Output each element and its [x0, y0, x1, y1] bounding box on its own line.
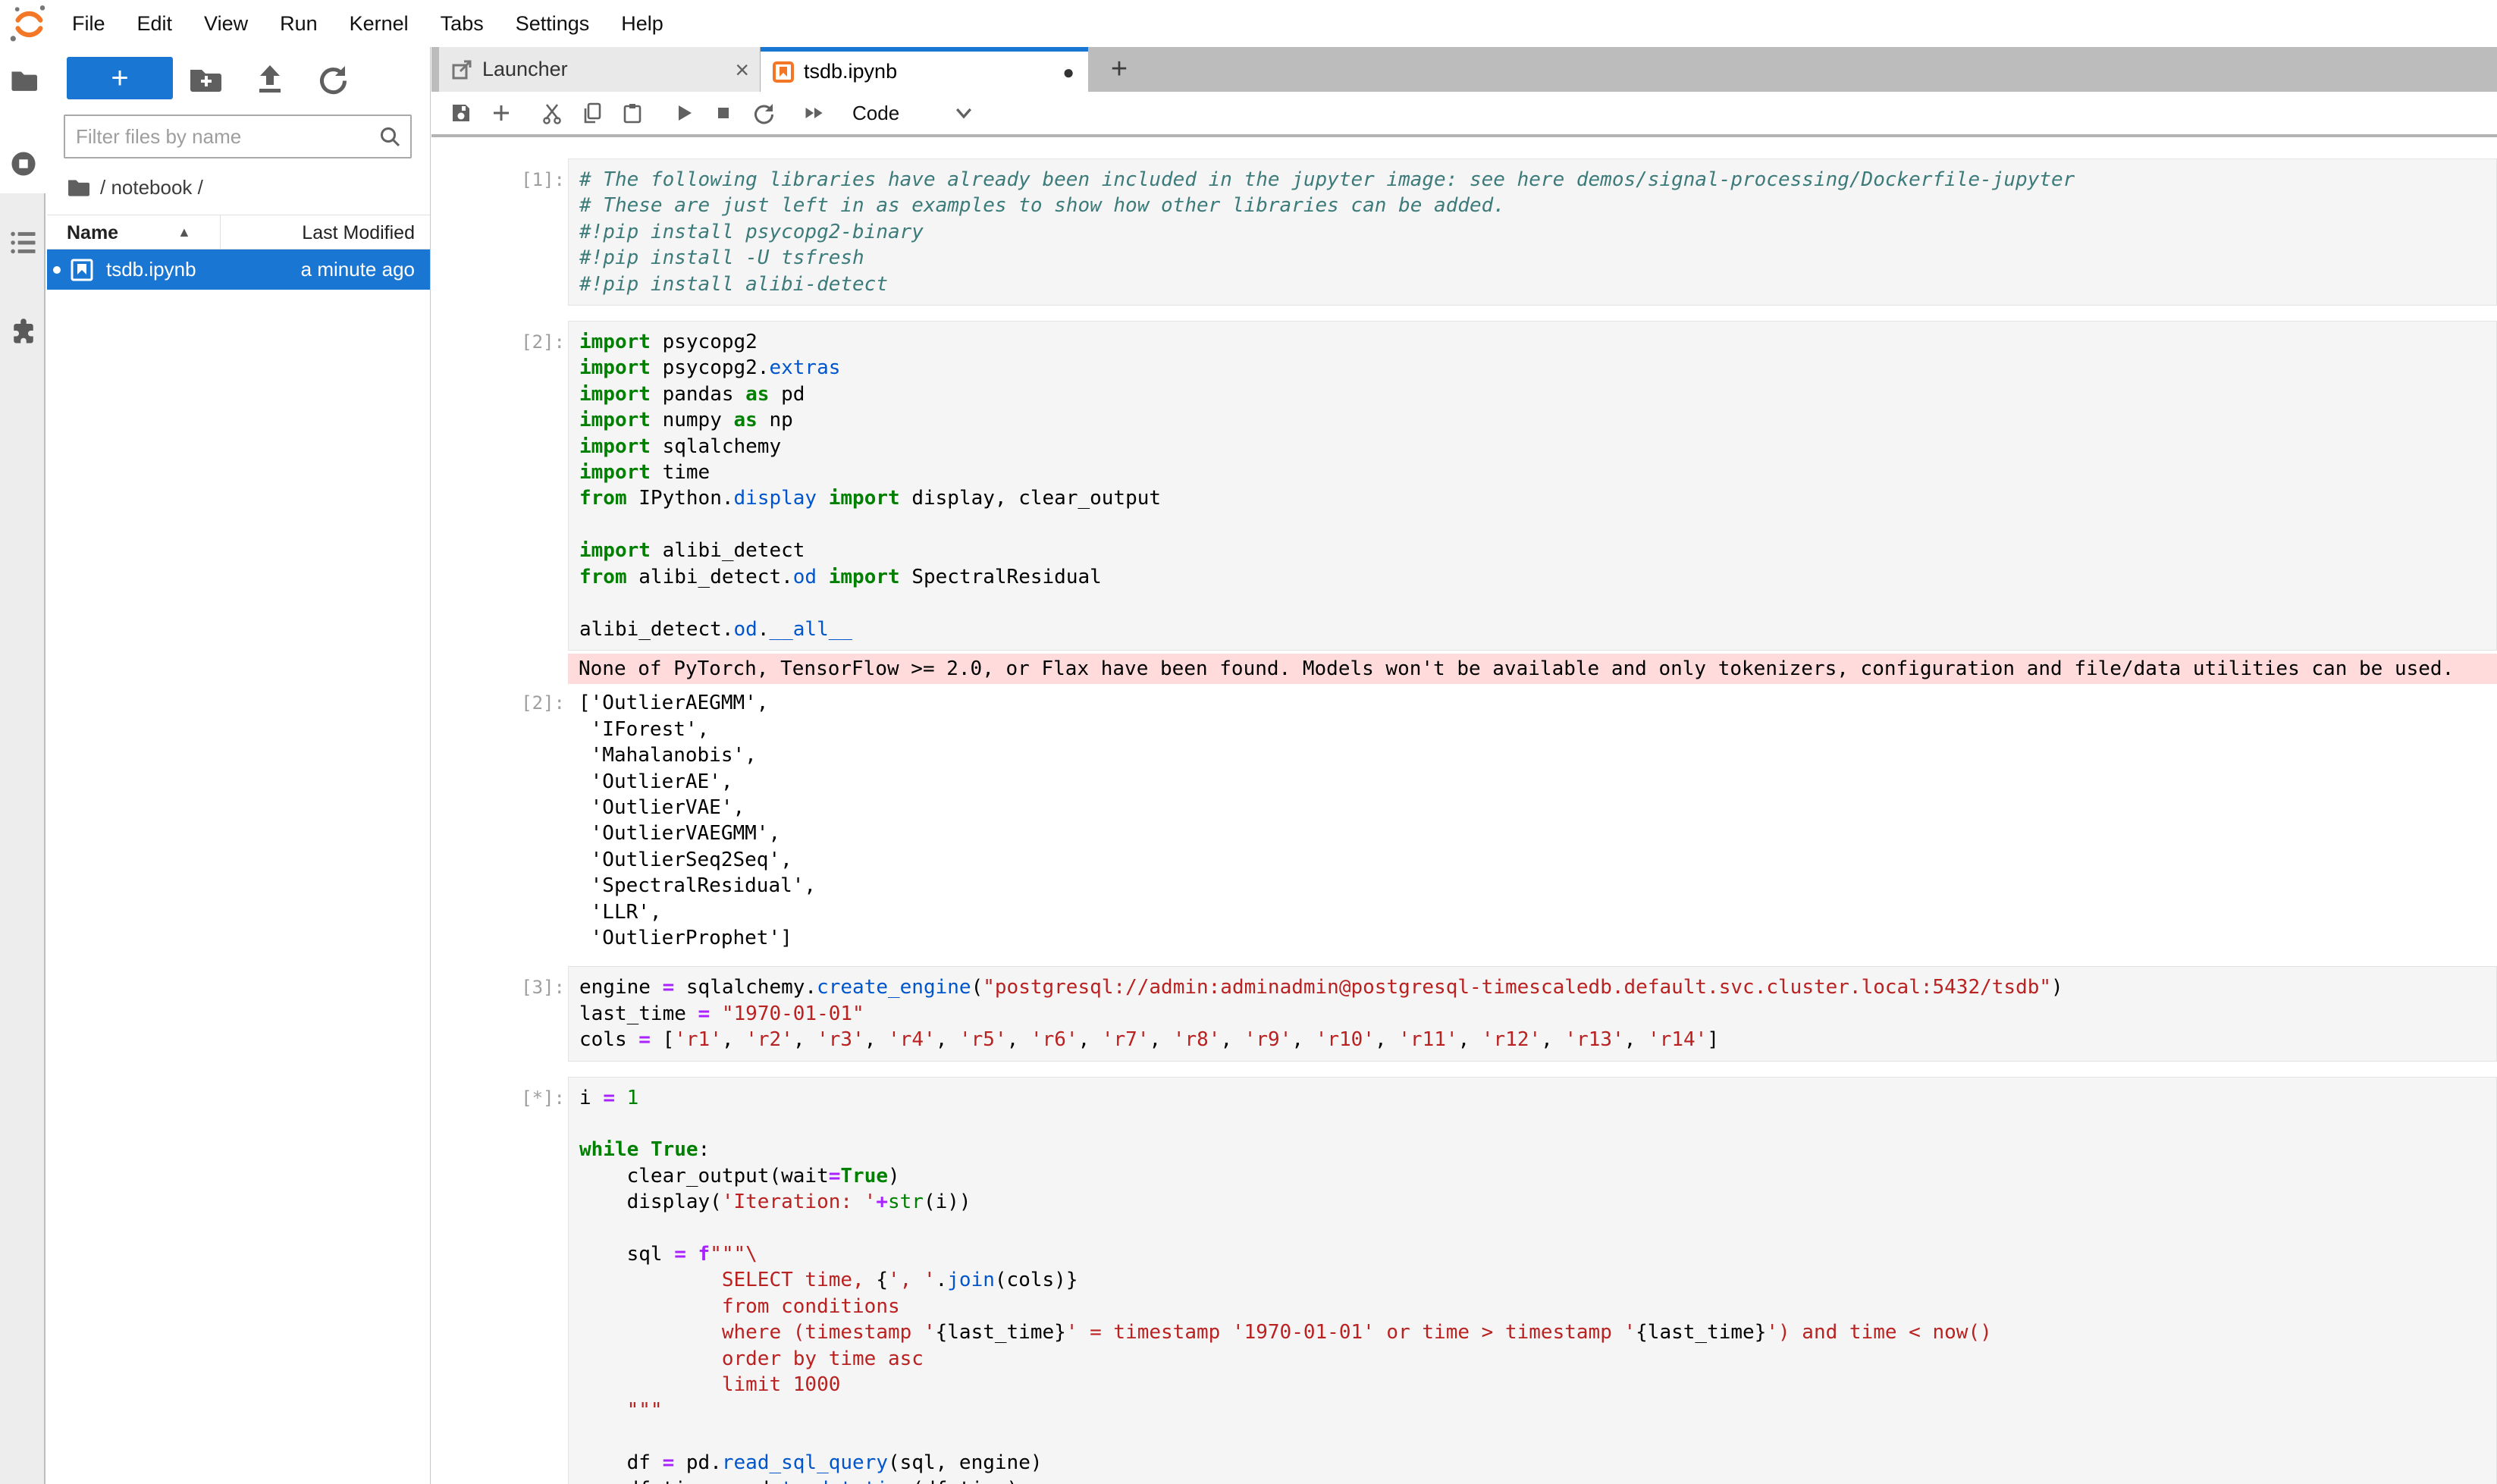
running-dot [53, 266, 61, 274]
notebook-cells[interactable]: [1]:# The following libraries have alrea… [431, 137, 2497, 1484]
interrupt-kernel-button[interactable] [712, 102, 735, 124]
breadcrumb[interactable]: / notebook / [67, 172, 203, 202]
main-area: Launcher × tsdb.ipynb ● + [431, 47, 2497, 1484]
running-sessions-icon[interactable] [10, 150, 37, 177]
run-cell-button[interactable] [672, 102, 695, 124]
menu-tabs[interactable]: Tabs [425, 0, 500, 47]
cell-prompt: [3]: [431, 966, 568, 1000]
notebook-cell-stream[interactable]: None of PyTorch, TensorFlow >= 2.0, or F… [431, 654, 2497, 684]
menu-view[interactable]: View [188, 0, 264, 47]
cell-prompt: [2]: [431, 690, 568, 716]
breadcrumb-path: / notebook / [100, 176, 203, 199]
copy-cells-button[interactable] [581, 102, 604, 124]
cell-input-editor[interactable]: # The following libraries have already b… [568, 158, 2497, 306]
activity-sidebar-lower [0, 193, 45, 1484]
column-divider [220, 215, 221, 249]
notebook-file-icon [70, 258, 94, 282]
cell-type-select[interactable]: Code [852, 102, 899, 125]
cell-prompt: [1]: [431, 158, 568, 193]
chevron-down-icon[interactable] [952, 102, 975, 124]
notebook-cell-code[interactable]: [3]:engine = sqlalchemy.create_engine("p… [431, 966, 2497, 1061]
cell-input-editor[interactable]: import psycopg2import psycopg2.extrasimp… [568, 321, 2497, 651]
column-last-modified[interactable]: Last Modified [302, 222, 415, 244]
notebook-toolbar: Code [431, 92, 2497, 137]
menu-file[interactable]: File [56, 0, 121, 47]
menu-settings[interactable]: Settings [500, 0, 606, 47]
tab-bar: Launcher × tsdb.ipynb ● + [431, 47, 2497, 92]
restart-run-all-button[interactable] [803, 102, 826, 124]
save-button[interactable] [450, 102, 472, 124]
file-filter-input[interactable] [65, 124, 378, 149]
notebook-cell-result[interactable]: [2]:['OutlierAEGMM', 'IForest', 'Mahalan… [431, 690, 2497, 951]
file-row-tsdb[interactable]: tsdb.ipynb a minute ago [47, 249, 430, 290]
column-name[interactable]: Name [67, 222, 118, 244]
new-launcher-button[interactable]: + [67, 57, 173, 99]
file-filter-box [64, 115, 412, 158]
plus-icon: + [111, 61, 128, 96]
paste-cells-button[interactable] [621, 102, 644, 124]
search-icon [378, 125, 401, 148]
jupyter-logo-icon [8, 4, 50, 45]
cut-cells-button[interactable] [541, 102, 563, 124]
upload-button[interactable] [253, 62, 287, 96]
launcher-icon [451, 59, 472, 80]
file-list-header: Name ▲ Last Modified [47, 215, 430, 249]
add-cell-button[interactable] [490, 102, 513, 124]
file-browser-icon[interactable] [10, 67, 37, 94]
menu-run[interactable]: Run [264, 0, 334, 47]
menu-bar: File Edit View Run Kernel Tabs Settings … [0, 0, 2497, 47]
new-folder-button[interactable] [188, 62, 221, 96]
cell-output: ['OutlierAEGMM', 'IForest', 'Mahalanobis… [568, 690, 2497, 951]
cell-prompt: [2]: [431, 321, 568, 355]
menu-help[interactable]: Help [605, 0, 679, 47]
home-folder-icon[interactable] [67, 176, 89, 199]
notebook-cell-code[interactable]: [*]:i = 1 while True: clear_output(wait=… [431, 1077, 2497, 1484]
tab-launcher-label: Launcher [482, 58, 568, 81]
cell-input-editor[interactable]: i = 1 while True: clear_output(wait=True… [568, 1077, 2497, 1484]
sort-ascending-icon[interactable]: ▲ [177, 224, 191, 240]
notebook-cell-code[interactable]: [1]:# The following libraries have alrea… [431, 158, 2497, 306]
cell-prompt [431, 654, 568, 656]
menu-edit[interactable]: Edit [121, 0, 189, 47]
notebook-tab-icon [773, 61, 794, 83]
activity-sidebar [0, 47, 45, 1484]
restart-kernel-button[interactable] [752, 102, 775, 124]
unsaved-changes-dot-icon: ● [1062, 62, 1074, 82]
file-name: tsdb.ipynb [106, 258, 196, 281]
refresh-files-button[interactable] [315, 62, 349, 96]
table-of-contents-icon[interactable] [10, 229, 37, 256]
new-tab-button[interactable]: + [1097, 47, 1141, 92]
cell-input-editor[interactable]: engine = sqlalchemy.create_engine("postg… [568, 966, 2497, 1061]
cell-output: None of PyTorch, TensorFlow >= 2.0, or F… [568, 654, 2497, 684]
tab-notebook-label: tsdb.ipynb [804, 60, 897, 83]
extensions-icon[interactable] [10, 317, 37, 344]
close-tab-icon[interactable]: × [735, 58, 749, 82]
plus-icon: + [1111, 53, 1128, 86]
cell-prompt: [*]: [431, 1077, 568, 1111]
menu-kernel[interactable]: Kernel [334, 0, 425, 47]
tab-launcher[interactable]: Launcher × [439, 47, 761, 92]
tab-tsdb-notebook[interactable]: tsdb.ipynb ● [761, 47, 1088, 92]
file-browser-panel: + / notebook / Name ▲ Last Modified [47, 47, 431, 1484]
file-modified: a minute ago [301, 258, 415, 281]
notebook-cell-code[interactable]: [2]:import psycopg2import psycopg2.extra… [431, 321, 2497, 651]
